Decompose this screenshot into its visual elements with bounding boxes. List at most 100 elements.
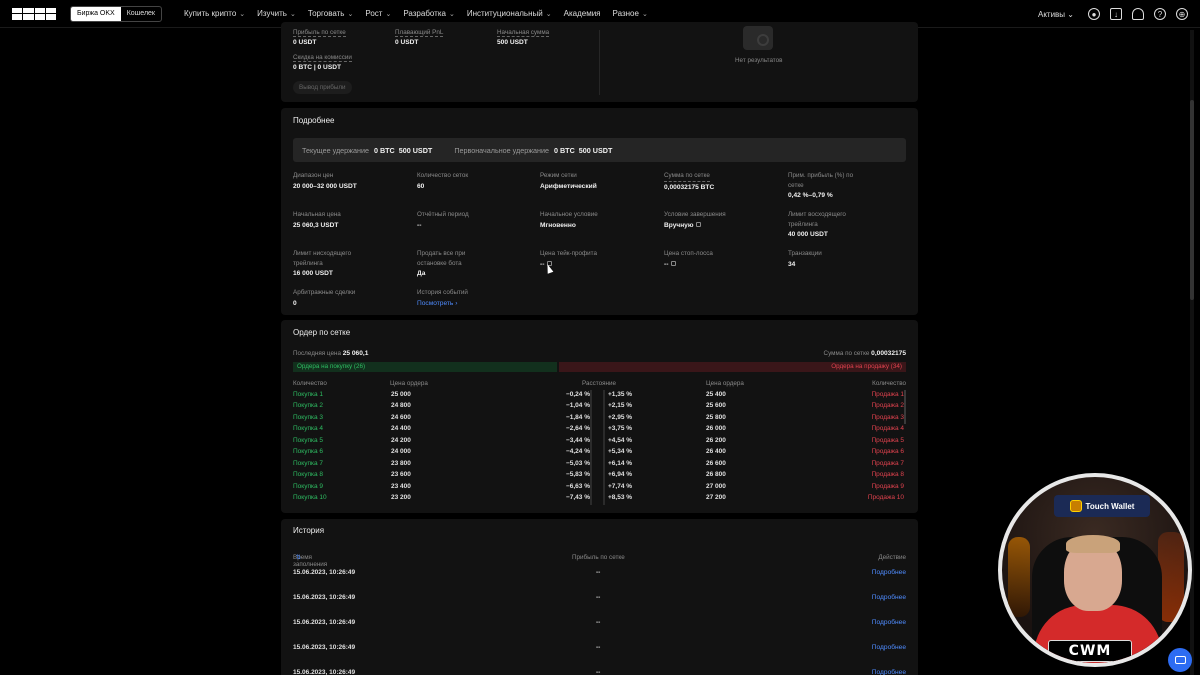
fill-time: 15.06.2023, 10:26:49 [293, 619, 356, 626]
buy-distance: −5,03 % [565, 459, 590, 467]
chevron-down-icon: ⌄ [289, 10, 296, 18]
nav-institutional[interactable]: Институциональный ⌄ [467, 9, 552, 18]
sell-order-label: Продажа 4 [871, 425, 904, 433]
grid-profit: -- [596, 644, 601, 651]
withdraw-profit-button[interactable]: Вывод прибыли [293, 81, 352, 94]
wallet-icon [1069, 500, 1082, 512]
last-price: Последняя цена 25 060,1 [293, 350, 369, 357]
fill-time: 15.06.2023, 10:26:49 [293, 594, 356, 601]
chat-support-button[interactable] [1168, 648, 1192, 672]
sell-order-label: Продажа 8 [871, 471, 904, 479]
nav-grow[interactable]: Рост ⌄ [365, 9, 391, 18]
chevron-down-icon: ⌄ [545, 10, 552, 18]
user-icon[interactable]: ● [1088, 8, 1100, 20]
buy-order-label: Покупка 3 [293, 413, 323, 421]
detail-grid-mode: Режим сетки Арифметический [540, 172, 597, 190]
order-row: Покупка 5 24 200 −3,44 % +4,54 % 26 200 Прода… [293, 437, 906, 448]
buy-order-label: Покупка 1 [293, 391, 323, 398]
buy-order-label: Покупка 5 [293, 436, 323, 444]
edit-icon[interactable] [671, 261, 677, 267]
nav-buy-crypto[interactable]: Купить крипто ⌄ [184, 9, 245, 18]
details-link[interactable]: Подробнее [872, 569, 906, 576]
sell-distance: +4,54 % [608, 436, 633, 444]
detail-lower-trailing: Лимит нисходящего трейлинга 16 000 USDT [293, 250, 352, 277]
details-title: Подробнее [293, 116, 335, 125]
chevron-down-icon: ⌄ [385, 10, 392, 18]
sell-distance: +7,74 % [608, 482, 633, 490]
initial-hold-usdt: 500 USDT [578, 145, 613, 155]
sell-order-price: 27 000 [706, 482, 726, 490]
grid-profit: -- [596, 619, 601, 626]
order-row: Покупка 9 23 400 −6,63 % +7,74 % 27 000 Прода… [293, 483, 906, 494]
order-row: Покупка 2 24 800 −1,04 % +2,15 % 25 600 Прода… [293, 402, 906, 413]
bot-summary-card: Прибыль по сетке 0 USDT Плавающий PnL 0 … [281, 22, 918, 102]
detail-start-price: Начальная цена 25 060,3 USDT [293, 211, 341, 229]
initial-hold-label: Первоначальное удержание [454, 145, 549, 155]
buy-distance: −1,84 % [565, 413, 590, 421]
page-scrollbar-thumb[interactable] [1190, 100, 1194, 300]
exchange-wallet-switch[interactable]: Биржа OKX Кошелек [70, 5, 162, 22]
sell-order-label: Продажа 1 [871, 391, 904, 398]
switch-wallet[interactable]: Кошелек [121, 7, 161, 21]
sell-order-price: 26 400 [706, 448, 726, 456]
fee-discount-label: Скидка на комиссии [293, 54, 352, 62]
touch-wallet-sign: Touch Wallet [1054, 495, 1150, 517]
details-link[interactable]: Подробнее [872, 644, 906, 651]
buy-order-price: 24 400 [391, 425, 411, 433]
detail-report-period: Отчётный период -- [417, 211, 469, 229]
detail-event-history: История событий Посмотреть › [417, 288, 532, 307]
view-events-link[interactable]: Посмотреть › [417, 300, 532, 307]
bell-icon[interactable] [1132, 8, 1144, 20]
nav-trade[interactable]: Торговать ⌄ [308, 9, 354, 18]
buy-order-price: 23 600 [391, 471, 411, 479]
sell-distance: +2,15 % [608, 402, 633, 410]
buy-order-price: 24 000 [391, 448, 411, 456]
profit-label: Прибыль по сетке [293, 29, 346, 37]
chevron-down-icon: ⌄ [1067, 9, 1074, 19]
okx-logo[interactable] [12, 7, 56, 20]
history-card: История Время заполнения ⇅ Прибыль по сет… [281, 519, 918, 675]
holdings-bar: Текущее удержание 0 BTC 500 USDT Первона… [293, 138, 906, 162]
buy-distance: −2,64 % [565, 425, 590, 433]
buy-order-label: Покупка 7 [293, 459, 323, 467]
details-link[interactable]: Подробнее [872, 669, 906, 675]
buy-order-label: Покупка 8 [293, 471, 323, 479]
buy-order-price: 23 200 [391, 494, 411, 502]
buy-order-price: 23 800 [391, 459, 411, 467]
initial-sum-value: 500 USDT [497, 39, 528, 46]
edit-icon[interactable] [696, 222, 702, 228]
detail-take-profit: Цена тейк-профита -- [540, 250, 598, 268]
buy-order-price: 23 400 [391, 482, 411, 490]
sell-order-price: 26 200 [706, 436, 726, 444]
details-card: Подробнее Текущее удержание 0 BTC 500 US… [281, 108, 918, 315]
detail-grid-count: Количество сеток 60 [417, 172, 469, 190]
detail-upper-trailing: Лимит восходящего трейлинга 40 000 USDT [788, 211, 846, 238]
col-buy-qty: Количество [293, 380, 327, 387]
sell-distance: +8,53 % [608, 494, 633, 502]
col-buy-price: Цена ордера [390, 380, 428, 387]
globe-icon[interactable]: ⊕ [1176, 8, 1188, 20]
detail-start-condition: Начальное условие Мгновенно [540, 211, 598, 229]
nav-academy[interactable]: Академия [564, 9, 601, 18]
order-row: Покупка 1 25 000 −0,24 % +1,35 % 25 400 Прода… [293, 391, 906, 402]
switch-exchange[interactable]: Биржа OKX [71, 6, 121, 21]
nav-more[interactable]: Разное ⌄ [613, 9, 648, 18]
buy-distance: −0,24 % [565, 391, 590, 398]
nav-assets[interactable]: Активы ⌄ [1038, 10, 1074, 19]
cwm-logo: CWM [1048, 640, 1132, 662]
help-icon[interactable]: ? [1154, 8, 1166, 20]
download-icon[interactable]: ↓ [1110, 8, 1122, 20]
details-link[interactable]: Подробнее [872, 619, 906, 626]
chevron-down-icon: ⌄ [448, 10, 455, 18]
details-link[interactable]: Подробнее [872, 594, 906, 601]
nav-learn[interactable]: Изучить ⌄ [257, 9, 296, 18]
sort-icon[interactable]: ⇅ [296, 554, 301, 561]
buy-order-label: Покупка 4 [293, 425, 323, 433]
nav-build[interactable]: Разработка ⌄ [403, 9, 455, 18]
detail-transactions: Транзакции 34 [788, 250, 822, 268]
buy-order-label: Покупка 6 [293, 448, 323, 456]
col-sell-price: Цена ордера [706, 380, 744, 387]
initial-sum-label: Начальная сумма [497, 29, 550, 37]
divider [599, 30, 600, 95]
buy-order-price: 24 600 [391, 413, 411, 421]
